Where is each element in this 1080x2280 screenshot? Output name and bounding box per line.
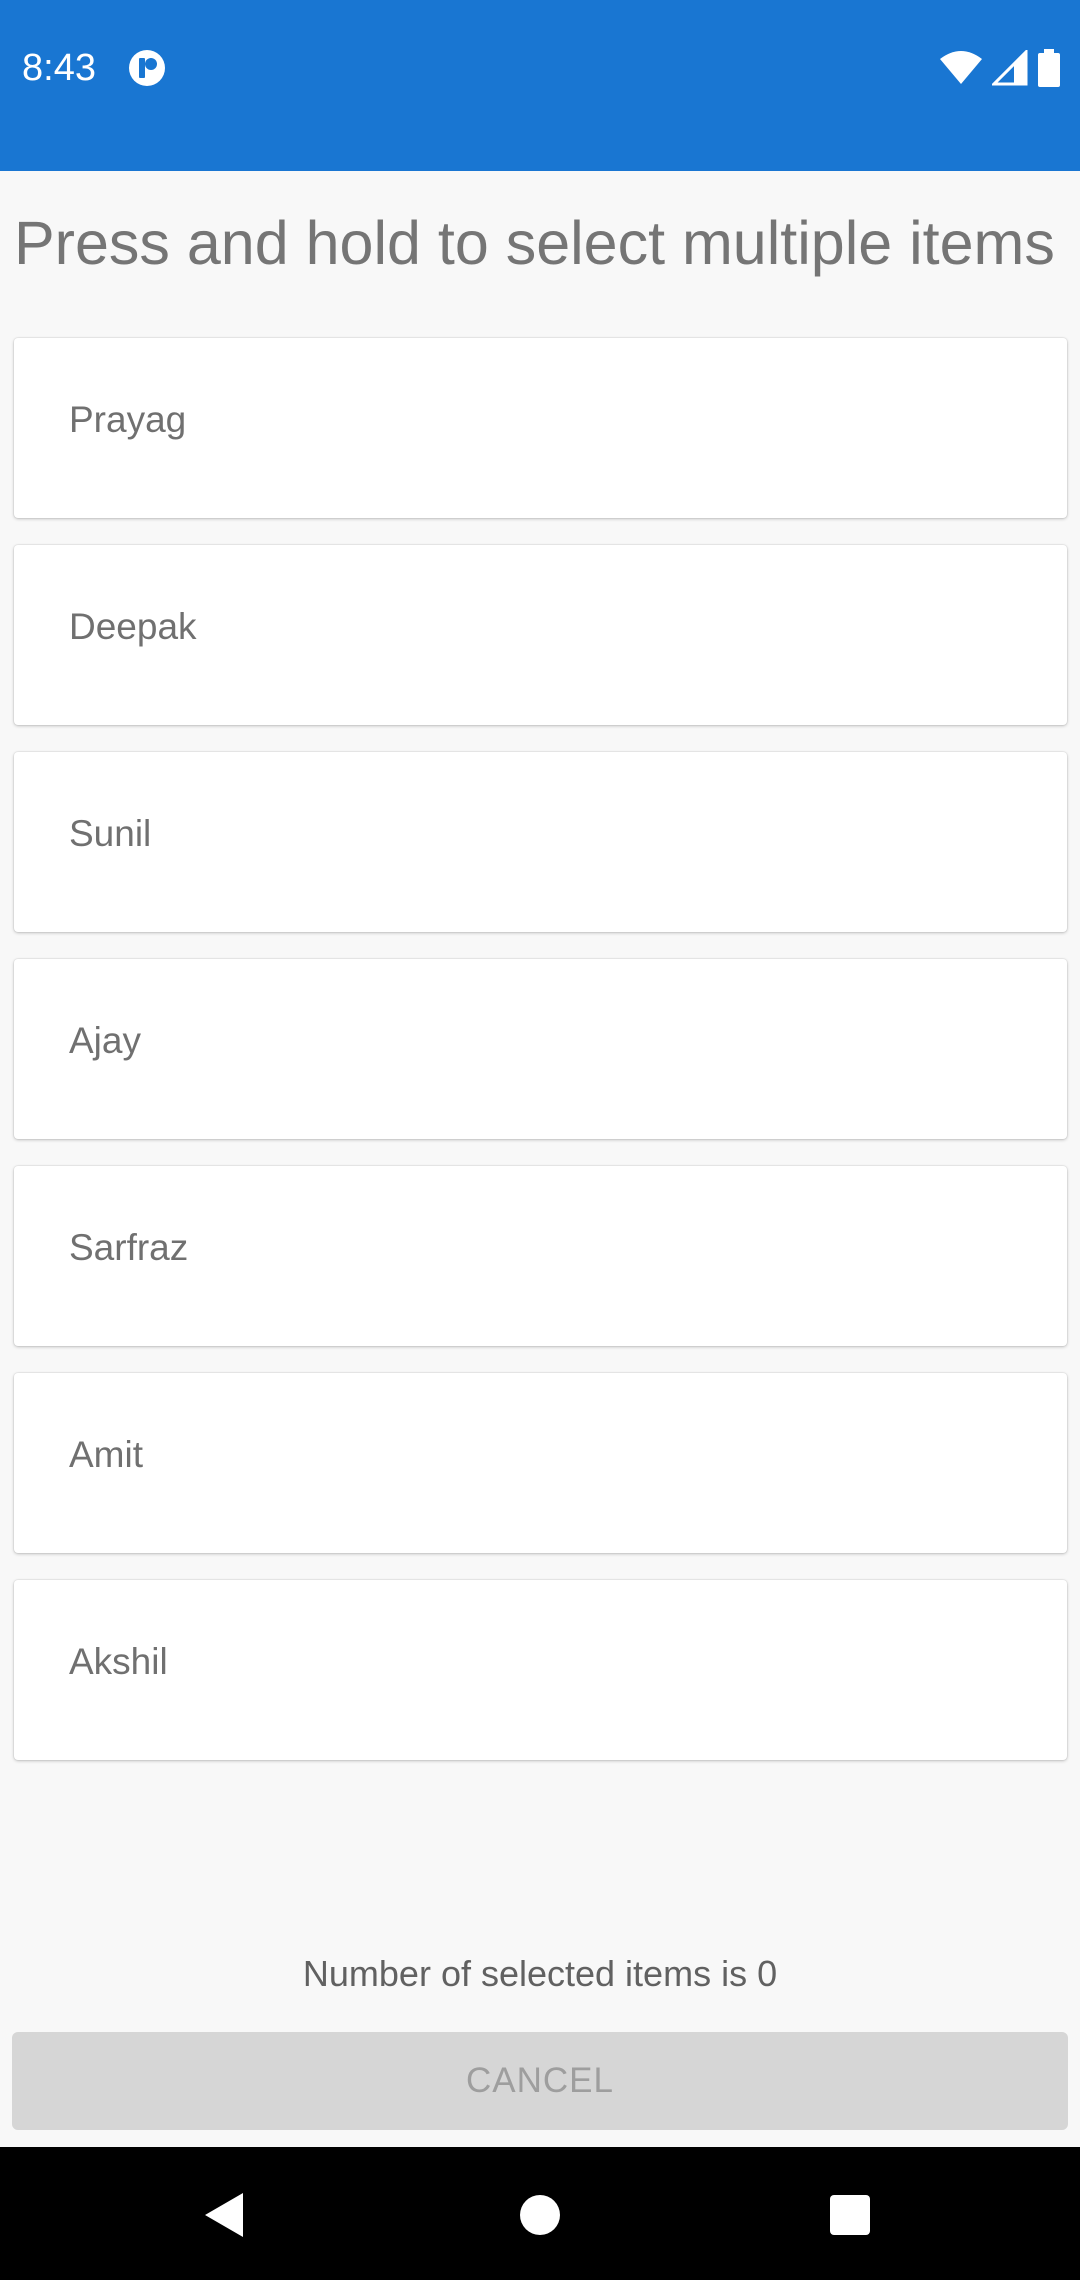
list-item[interactable]: Sarfraz: [14, 1166, 1067, 1346]
selected-count-text: Number of selected items is 0: [302, 1953, 778, 1994]
page-title: Press and hold to select multiple items: [14, 209, 1055, 277]
list-item[interactable]: Amit: [14, 1373, 1067, 1553]
list-item-label: Prayag: [69, 399, 187, 440]
recents-button[interactable]: [812, 2177, 888, 2253]
list-item[interactable]: Prayag: [14, 338, 1067, 518]
status-icons: [940, 44, 1060, 92]
cancel-button[interactable]: CANCEL: [12, 2032, 1068, 2130]
status-bar: 8:43: [0, 0, 1080, 171]
app-notification-icon: [129, 50, 165, 86]
home-icon: [520, 2195, 560, 2235]
status-time: 8:43: [22, 47, 96, 89]
list-item-label: Amit: [69, 1434, 143, 1475]
list-item[interactable]: Sunil: [14, 752, 1067, 932]
cancel-button-label: CANCEL: [466, 2061, 614, 2100]
list-item[interactable]: Ajay: [14, 959, 1067, 1139]
list-item-label: Ajay: [69, 1020, 141, 1061]
list-item[interactable]: Deepak: [14, 545, 1067, 725]
home-button[interactable]: [502, 2177, 578, 2253]
list-item-label: Deepak: [69, 606, 197, 647]
list-item[interactable]: Akshil: [14, 1580, 1067, 1760]
item-list: Prayag Deepak Sunil Ajay Sarfraz Amit Ak…: [14, 338, 1067, 1787]
list-item-label: Sarfraz: [69, 1227, 189, 1268]
cellular-signal-icon: [992, 50, 1028, 86]
recents-icon: [830, 2195, 870, 2235]
back-button[interactable]: [187, 2177, 263, 2253]
battery-icon: [1038, 49, 1060, 87]
back-icon: [205, 2193, 243, 2237]
navigation-bar: [0, 2147, 1080, 2280]
wifi-icon: [940, 51, 982, 84]
list-item-label: Sunil: [69, 813, 152, 854]
list-item-label: Akshil: [69, 1641, 168, 1682]
